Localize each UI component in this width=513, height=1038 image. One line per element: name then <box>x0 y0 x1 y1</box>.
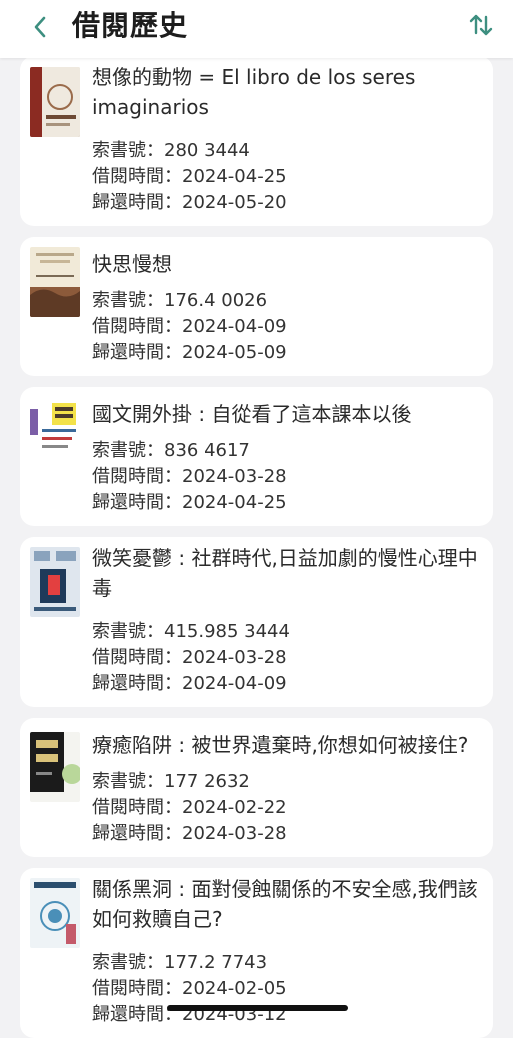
page-title: 借閱歷史 <box>72 9 189 42</box>
borrow-time-value: 2024-03-28 <box>182 647 287 668</box>
call-number-label: 索書號： <box>92 621 164 642</box>
sort-button[interactable] <box>467 10 495 40</box>
return-time-value: 2024-04-25 <box>182 492 287 513</box>
book-meta: 索書號：836 4617 借閱時間：2024-03-28 歸還時間：2024-0… <box>92 438 484 516</box>
book-title: 快思慢想 <box>92 252 172 276</box>
call-number-value: 177.2 7743 <box>164 952 268 973</box>
book-meta: 索書號：177 2632 借閱時間：2024-02-22 歸還時間：2024-0… <box>92 769 484 847</box>
history-card[interactable]: 想像的動物 = El libro de los seres imaginario… <box>20 56 493 226</box>
book-title: 微笑憂鬱 : 社群時代,日益加劇的慢性心理中毒 <box>92 546 478 600</box>
book-meta: 索書號：280 3444 借閱時間：2024-04-25 歸還時間：2024-0… <box>92 138 484 216</box>
borrow-time-value: 2024-02-22 <box>182 797 287 818</box>
book-meta: 索書號：177.2 7743 借閱時間：2024-02-05 歸還時間：2024… <box>92 950 484 1028</box>
borrow-time-label: 借閱時間： <box>92 978 182 999</box>
book-cover <box>30 399 80 469</box>
call-number-label: 索書號： <box>92 771 164 792</box>
borrow-time-label: 借閱時間： <box>92 466 182 487</box>
borrow-time-value: 2024-04-25 <box>182 166 287 187</box>
call-number-label: 索書號： <box>92 290 164 311</box>
return-time-value: 2024-03-28 <box>182 823 287 844</box>
back-button[interactable] <box>26 12 54 42</box>
return-time-value: 2024-04-09 <box>182 673 287 694</box>
history-card[interactable]: 療癒陷阱 : 被世界遺棄時,你想如何被接住? 索書號：177 2632 借閱時間… <box>20 718 493 857</box>
call-number-value: 280 3444 <box>164 140 250 161</box>
chevron-left-icon <box>34 16 46 38</box>
book-cover <box>30 67 80 137</box>
borrow-time-label: 借閱時間： <box>92 316 182 337</box>
sort-arrows-icon <box>469 14 493 36</box>
return-time-label: 歸還時間： <box>92 342 182 363</box>
return-time-label: 歸還時間： <box>92 192 182 213</box>
call-number-label: 索書號： <box>92 952 164 973</box>
return-time-value: 2024-05-09 <box>182 342 287 363</box>
borrow-time-value: 2024-02-05 <box>182 978 287 999</box>
call-number-value: 176.4 0026 <box>164 290 268 311</box>
book-title: 國文開外掛 : 自從看了這本課本以後 <box>92 402 412 426</box>
app-header: 借閱歷史 <box>0 0 513 58</box>
call-number-value: 177 2632 <box>164 771 250 792</box>
call-number-value: 415.985 3444 <box>164 621 290 642</box>
book-cover <box>30 547 80 617</box>
book-cover <box>30 878 80 948</box>
book-cover <box>30 732 80 802</box>
history-card[interactable]: 微笑憂鬱 : 社群時代,日益加劇的慢性心理中毒 索書號：415.985 3444… <box>20 537 493 707</box>
book-title: 關係黑洞 : 面對侵蝕關係的不安全感,我們該如何救贖自己? <box>92 877 478 931</box>
borrow-time-label: 借閱時間： <box>92 647 182 668</box>
return-time-value: 2024-05-20 <box>182 192 287 213</box>
book-title: 療癒陷阱 : 被世界遺棄時,你想如何被接住? <box>92 733 469 757</box>
history-card[interactable]: 快思慢想 索書號：176.4 0026 借閱時間：2024-04-09 歸還時間… <box>20 237 493 376</box>
book-cover <box>30 247 80 317</box>
history-card[interactable]: 關係黑洞 : 面對侵蝕關係的不安全感,我們該如何救贖自己? 索書號：177.2 … <box>20 868 493 1038</box>
return-time-label: 歸還時間： <box>92 492 182 513</box>
borrow-time-label: 借閱時間： <box>92 797 182 818</box>
borrow-time-label: 借閱時間： <box>92 166 182 187</box>
call-number-label: 索書號： <box>92 140 164 161</box>
home-indicator[interactable] <box>167 1005 348 1011</box>
return-time-label: 歸還時間： <box>92 823 182 844</box>
history-card[interactable]: 國文開外掛 : 自從看了這本課本以後 索書號：836 4617 借閱時間：202… <box>20 387 493 526</box>
book-title: 想像的動物 = El libro de los seres imaginario… <box>92 65 416 119</box>
borrow-time-value: 2024-04-09 <box>182 316 287 337</box>
borrow-time-value: 2024-03-28 <box>182 466 287 487</box>
call-number-label: 索書號： <box>92 440 164 461</box>
book-meta: 索書號：176.4 0026 借閱時間：2024-04-09 歸還時間：2024… <box>92 288 484 366</box>
book-meta: 索書號：415.985 3444 借閱時間：2024-03-28 歸還時間：20… <box>92 619 484 697</box>
return-time-label: 歸還時間： <box>92 673 182 694</box>
call-number-value: 836 4617 <box>164 440 250 461</box>
